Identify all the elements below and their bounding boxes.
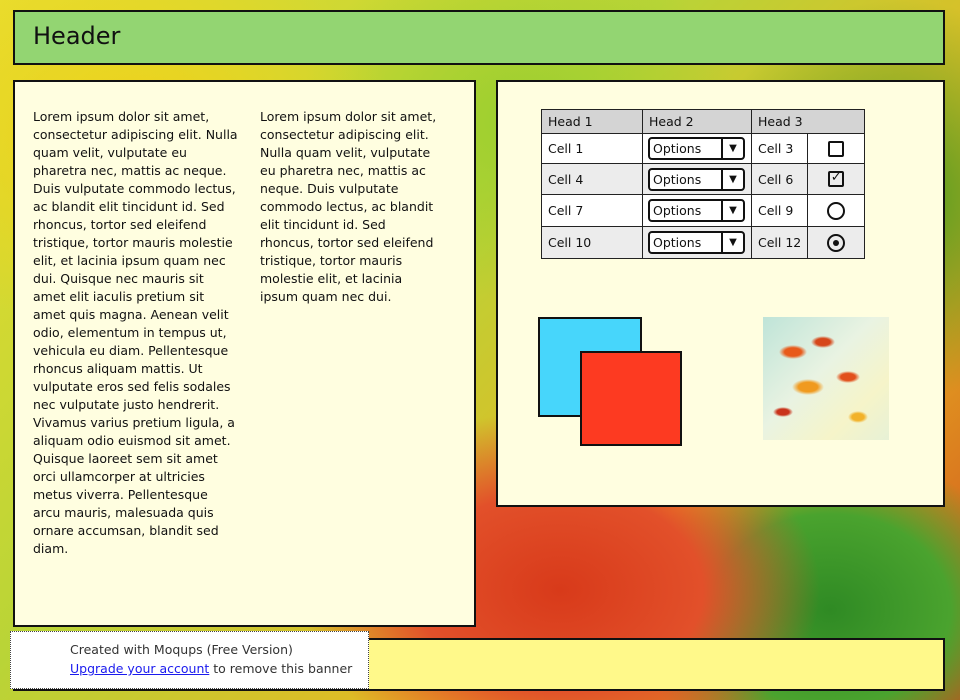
data-table: Head 1 Head 2 Head 3 Cell 1 Options ▼ Ce… — [541, 109, 866, 259]
table-header-2: Head 2 — [642, 109, 752, 134]
table-header-1: Head 1 — [541, 109, 643, 134]
checkbox-checked[interactable]: ✓ — [828, 170, 845, 188]
checkbox[interactable] — [828, 140, 845, 157]
table-cell: Cell 3 — [750, 133, 809, 164]
table-header-3: Head 3 — [750, 109, 866, 134]
table-cell-control — [807, 226, 866, 259]
upgrade-account-link[interactable]: Upgrade your account — [70, 661, 209, 676]
check-mark-icon: ✓ — [830, 170, 842, 186]
chevron-down-icon: ▼ — [721, 201, 743, 220]
table-cell-select: Options ▼ — [642, 163, 752, 195]
autumn-leaves-image — [763, 317, 889, 440]
table-cell-select: Options ▼ — [642, 194, 752, 227]
chevron-down-icon: ▼ — [721, 233, 743, 252]
widgets-panel: Head 1 Head 2 Head 3 Cell 1 Options ▼ Ce… — [496, 80, 945, 507]
text-column-2: Lorem ipsum dolor sit amet, consectetur … — [260, 109, 437, 304]
table-cell: Cell 4 — [541, 163, 643, 195]
table-cell: Cell 7 — [541, 194, 643, 227]
table-cell-control: ✓ — [807, 163, 866, 195]
options-select[interactable]: Options ▼ — [648, 137, 745, 160]
table-cell-control — [807, 133, 866, 164]
radio-button-selected[interactable] — [827, 233, 846, 252]
moqups-banner: Created with Moqups (Free Version) Upgra… — [10, 631, 369, 689]
text-panel: Lorem ipsum dolor sit amet, consectetur … — [13, 80, 476, 627]
table-cell: Cell 1 — [541, 133, 643, 164]
select-value: Options — [653, 203, 702, 218]
text-column-1: Lorem ipsum dolor sit amet, consectetur … — [33, 109, 238, 556]
radio-dot-icon — [833, 239, 840, 246]
red-rectangle — [580, 351, 682, 446]
header-bar: Header — [13, 10, 945, 65]
select-value: Options — [653, 141, 702, 156]
banner-link-line: Upgrade your account to remove this bann… — [70, 661, 352, 676]
select-value: Options — [653, 235, 702, 250]
table-row: Cell 1 Options ▼ Cell 3 — [541, 133, 866, 164]
table-cell: Cell 10 — [541, 226, 643, 259]
banner-text: Created with Moqups (Free Version) — [70, 642, 293, 657]
options-select[interactable]: Options ▼ — [648, 199, 745, 222]
radio-button[interactable] — [827, 201, 846, 220]
options-select[interactable]: Options ▼ — [648, 231, 745, 254]
options-select[interactable]: Options ▼ — [648, 167, 745, 191]
select-value: Options — [653, 171, 702, 187]
table-row: Cell 4 Options ▼ Cell 6 ✓ — [541, 163, 866, 195]
table-cell: Cell 12 — [750, 226, 809, 259]
header-title: Header — [33, 22, 121, 50]
table-cell-select: Options ▼ — [642, 226, 752, 259]
table-header-row: Head 1 Head 2 Head 3 — [541, 109, 866, 134]
banner-suffix: to remove this banner — [209, 661, 353, 676]
table-cell-select: Options ▼ — [642, 133, 752, 164]
chevron-down-icon: ▼ — [721, 169, 743, 189]
table-row: Cell 10 Options ▼ Cell 12 — [541, 226, 866, 259]
table-cell: Cell 6 — [750, 163, 809, 195]
chevron-down-icon: ▼ — [721, 139, 743, 158]
table-cell: Cell 9 — [750, 194, 809, 227]
table-row: Cell 7 Options ▼ Cell 9 — [541, 194, 866, 227]
table-cell-control — [807, 194, 866, 227]
